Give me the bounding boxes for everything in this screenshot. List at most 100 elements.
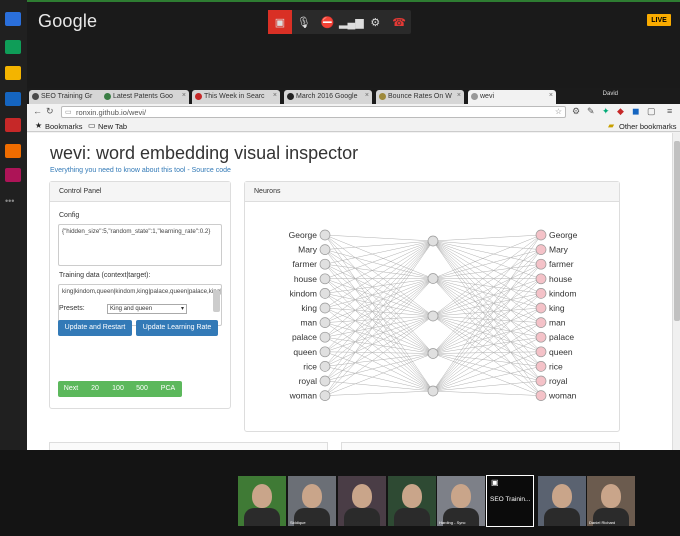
input-neuron[interactable] bbox=[319, 317, 331, 328]
participant-name: Harding - Sync bbox=[439, 520, 466, 525]
output-neuron[interactable] bbox=[535, 346, 547, 358]
hidden-neuron[interactable] bbox=[427, 385, 439, 397]
output-neuron[interactable] bbox=[535, 229, 547, 241]
step-20-button[interactable]: 20 bbox=[84, 381, 106, 397]
participant-thumbnail[interactable]: Siddique bbox=[288, 476, 336, 526]
input-neuron[interactable] bbox=[319, 244, 331, 255]
input-neuron[interactable] bbox=[319, 229, 331, 241]
settings-gear-icon[interactable]: ⚙ bbox=[363, 10, 387, 34]
input-neuron[interactable] bbox=[319, 390, 331, 401]
tab-label: wevi bbox=[480, 93, 495, 100]
extension-blue-icon[interactable]: ◼ bbox=[632, 106, 639, 117]
more-apps-icon[interactable]: ••• bbox=[5, 196, 21, 210]
next-button[interactable]: Next bbox=[58, 381, 84, 397]
screenshare-icon[interactable]: ▣ bbox=[268, 10, 292, 34]
browser-tab[interactable]: March 2016 Google × bbox=[284, 90, 372, 104]
star-icon[interactable]: ☆ bbox=[555, 107, 562, 116]
pca-button[interactable]: PCA bbox=[154, 381, 182, 397]
participant-thumbnail[interactable] bbox=[238, 476, 286, 526]
tab-close-icon[interactable]: × bbox=[549, 92, 553, 99]
step-500-button[interactable]: 500 bbox=[130, 381, 154, 397]
tab-close-icon[interactable]: × bbox=[273, 92, 277, 99]
output-neuron[interactable] bbox=[535, 273, 547, 285]
tag-icon[interactable] bbox=[5, 66, 21, 80]
mic-mute-icon[interactable]: 🎙 bbox=[292, 10, 316, 34]
participant-thumbnail[interactable] bbox=[338, 476, 386, 526]
update-learning-rate-button[interactable]: Update Learning Rate bbox=[136, 320, 218, 336]
participant-thumbnail[interactable] bbox=[538, 476, 586, 526]
output-word-label: royal bbox=[549, 376, 568, 386]
input-neuron[interactable] bbox=[319, 375, 331, 387]
reload-icon[interactable]: ↻ bbox=[46, 106, 54, 117]
chat-icon[interactable] bbox=[5, 12, 21, 26]
input-neuron[interactable] bbox=[319, 288, 331, 299]
signal-icon[interactable]: ▂▄▆ bbox=[339, 10, 364, 34]
calendar-icon[interactable] bbox=[5, 118, 21, 132]
output-neuron[interactable] bbox=[535, 390, 547, 401]
participant-thumbnail[interactable] bbox=[388, 476, 436, 526]
participant-thumbnail[interactable]: Harding - Sync bbox=[437, 476, 485, 526]
hidden-neuron[interactable] bbox=[427, 310, 439, 322]
page-scroll-thumb[interactable] bbox=[674, 141, 680, 321]
extension-pen-icon[interactable]: ✎ bbox=[587, 106, 595, 117]
grid-app-icon[interactable] bbox=[5, 144, 21, 158]
connection-line bbox=[432, 240, 542, 294]
step-100-button[interactable]: 100 bbox=[106, 381, 130, 397]
other-bookmarks-link[interactable]: Other bookmarks bbox=[619, 122, 677, 131]
output-neuron[interactable] bbox=[535, 288, 547, 299]
share-icon[interactable] bbox=[5, 40, 21, 54]
textarea-scrollbar[interactable] bbox=[213, 290, 220, 312]
connection-line bbox=[432, 240, 542, 250]
browser-window: SEO Training Gr×Latest Patents Goo×This … bbox=[27, 88, 680, 450]
input-neuron[interactable] bbox=[319, 258, 331, 270]
extension-box-icon[interactable]: ▢ bbox=[647, 106, 656, 117]
tab-close-icon[interactable]: × bbox=[457, 92, 461, 99]
output-word-label: kindom bbox=[549, 288, 576, 298]
input-neuron[interactable] bbox=[319, 302, 331, 314]
page-scrollbar[interactable] bbox=[672, 133, 680, 450]
presets-select[interactable]: King and queen ▾ bbox=[107, 304, 187, 314]
extension-feather-icon[interactable]: ✦ bbox=[602, 106, 610, 117]
tab-close-icon[interactable]: × bbox=[182, 92, 186, 99]
control-panel: Control Panel Config {"hidden_size":5,"r… bbox=[49, 181, 231, 409]
people-icon[interactable] bbox=[5, 168, 21, 182]
hidden-neuron[interactable] bbox=[427, 273, 439, 284]
input-neuron[interactable] bbox=[319, 273, 331, 285]
extension-pocket-icon[interactable]: ◆ bbox=[617, 106, 624, 117]
new-tab-link[interactable]: New Tab bbox=[98, 122, 127, 131]
hidden-neuron[interactable] bbox=[427, 348, 439, 359]
camera-off-icon[interactable]: ⛔ bbox=[316, 10, 340, 34]
output-neuron[interactable] bbox=[535, 317, 547, 328]
participant-avatar bbox=[451, 484, 471, 508]
browser-tab[interactable]: Latest Patents Goo × bbox=[101, 90, 189, 104]
browser-tab[interactable]: This Week in Searc × bbox=[192, 90, 280, 104]
qa-icon[interactable] bbox=[5, 92, 21, 106]
participant-avatar bbox=[302, 484, 322, 508]
config-textarea[interactable]: {"hidden_size":5,"random_state":1,"learn… bbox=[58, 224, 222, 266]
input-neuron[interactable] bbox=[319, 346, 331, 358]
participant-thumbnail[interactable]: Daniel Richard bbox=[587, 476, 635, 526]
output-neuron[interactable] bbox=[535, 361, 547, 372]
output-neuron[interactable] bbox=[535, 302, 547, 314]
browser-tab[interactable]: wevi × bbox=[468, 90, 556, 104]
input-neuron[interactable] bbox=[319, 361, 331, 372]
update-and-restart-button[interactable]: Update and Restart bbox=[58, 320, 132, 336]
address-bar[interactable]: ▭ ronxin.github.io/wevi/ ☆ bbox=[61, 106, 566, 118]
extension-gear-icon[interactable]: ⚙ bbox=[572, 106, 580, 117]
tab-close-icon[interactable]: × bbox=[365, 92, 369, 99]
input-neuron[interactable] bbox=[319, 331, 331, 343]
output-neuron[interactable] bbox=[535, 258, 547, 270]
profile-name[interactable]: David bbox=[603, 91, 618, 97]
back-icon[interactable]: ← bbox=[33, 106, 42, 116]
hidden-neuron[interactable] bbox=[427, 235, 439, 247]
bookmarks-link[interactable]: Bookmarks bbox=[45, 122, 83, 131]
hang-up-icon[interactable]: ☎ bbox=[387, 10, 411, 34]
menu-icon[interactable]: ≡ bbox=[667, 106, 672, 116]
output-neuron[interactable] bbox=[535, 331, 547, 343]
output-neuron[interactable] bbox=[535, 244, 547, 255]
browser-tab[interactable]: Bounce Rates On W × bbox=[376, 90, 464, 104]
participant-body bbox=[544, 508, 580, 526]
output-neuron[interactable] bbox=[535, 375, 547, 387]
subtitle-links[interactable]: Everything you need to know about this t… bbox=[50, 167, 231, 174]
participant-thumbnail[interactable]: ▣ SEO Trainin... bbox=[486, 475, 534, 527]
